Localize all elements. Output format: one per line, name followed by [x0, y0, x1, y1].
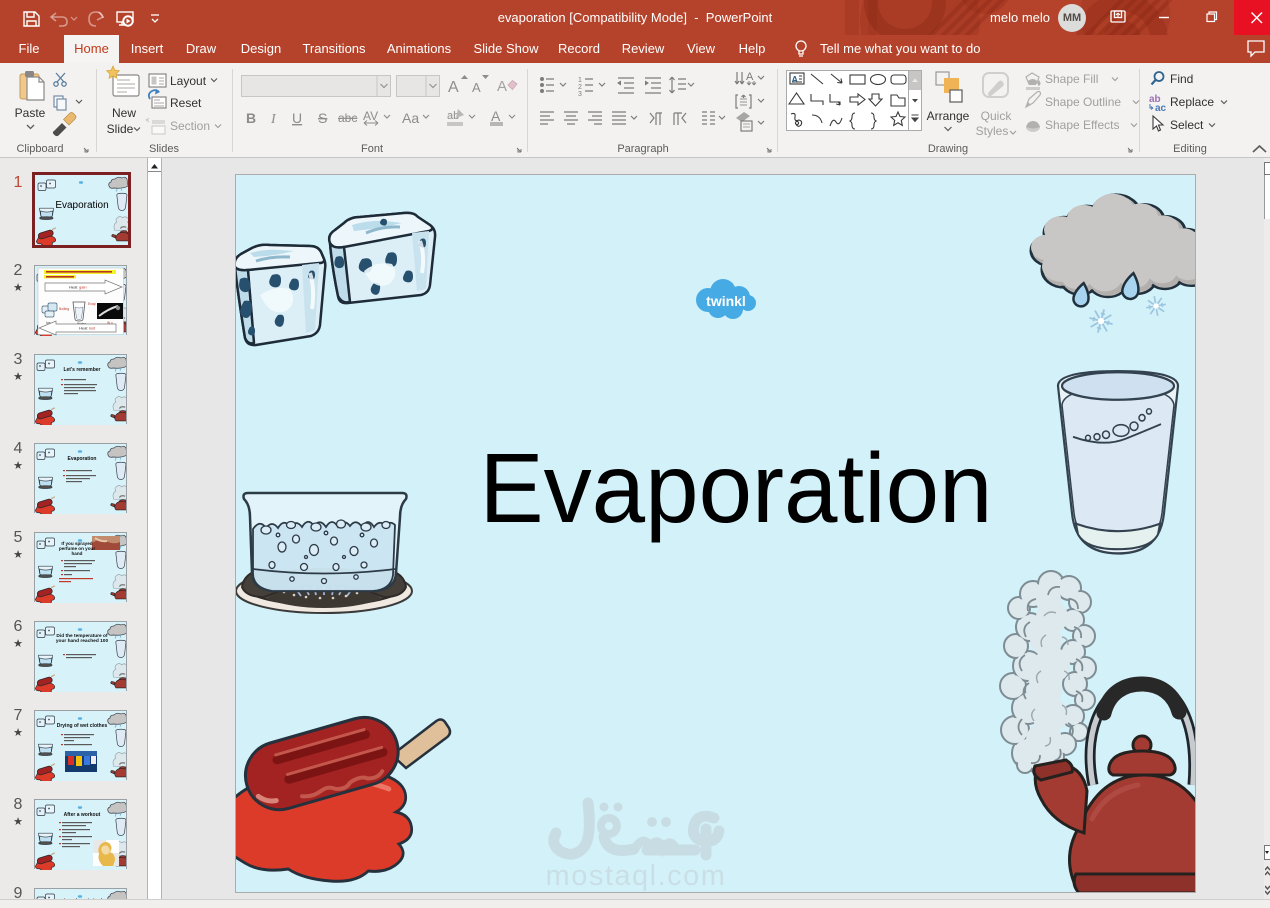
svg-text:abc: abc [338, 111, 357, 125]
svg-text:mostaql.com: mostaql.com [546, 860, 727, 892]
svg-text:Evaporation: Evaporation [480, 433, 993, 543]
svg-text:Arrange: Arrange [927, 109, 970, 123]
svg-text:lost: lost [89, 326, 96, 331]
svg-text:A: A [746, 71, 754, 83]
svg-text:U: U [292, 110, 302, 126]
svg-text:hand: hand [72, 551, 83, 556]
svg-text:S: S [318, 110, 327, 126]
svg-text:Layout: Layout [170, 74, 207, 88]
svg-text:Evaporation: Evaporation [55, 200, 108, 211]
svg-text:Quick: Quick [981, 109, 1013, 123]
svg-text:B: B [246, 110, 256, 126]
svg-text:Slide: Slide [107, 122, 134, 136]
svg-text:A: A [448, 79, 459, 96]
svg-text:A: A [491, 108, 501, 124]
svg-text:Replace: Replace [1170, 95, 1214, 109]
svg-text:Shape Effects: Shape Effects [1045, 118, 1120, 132]
svg-text:Evaporation: Evaporation [68, 456, 97, 462]
svg-text:Heat: Heat [79, 326, 88, 331]
svg-text:Let's remember: Let's remember [63, 367, 100, 373]
svg-text:New: New [112, 106, 136, 120]
svg-text:A: A [472, 80, 481, 95]
svg-text:Shape Outline: Shape Outline [1045, 95, 1121, 109]
svg-text:3: 3 [578, 91, 582, 98]
svg-text:Select: Select [1170, 118, 1204, 132]
svg-text:A: A [792, 75, 799, 85]
svg-text:A: A [497, 78, 507, 95]
svg-text:After a workout: After a workout [64, 812, 101, 818]
svg-text:I: I [270, 112, 277, 127]
svg-text:Boiling: Boiling [59, 307, 69, 311]
svg-text:twinkl: twinkl [706, 293, 746, 309]
svg-text:2: 2 [578, 84, 582, 91]
svg-text:Section: Section [170, 119, 210, 133]
svg-text:Shape Fill: Shape Fill [1045, 72, 1098, 86]
svg-text:1: 1 [578, 77, 582, 84]
svg-text:ac: ac [1155, 103, 1167, 114]
svg-text:Drying of wet clothes: Drying of wet clothes [57, 723, 108, 729]
svg-text:gain: gain [79, 285, 87, 290]
svg-text:Evap: Evap [88, 302, 96, 306]
svg-text:Find: Find [1170, 72, 1193, 86]
svg-text:Styles: Styles [976, 124, 1009, 138]
svg-text:Paste: Paste [15, 106, 46, 120]
svg-text:Aa: Aa [402, 110, 419, 126]
svg-text:Reset: Reset [170, 96, 202, 110]
svg-text:your hand reached 100: your hand reached 100 [56, 638, 109, 644]
svg-text:Heat: Heat [69, 285, 78, 290]
